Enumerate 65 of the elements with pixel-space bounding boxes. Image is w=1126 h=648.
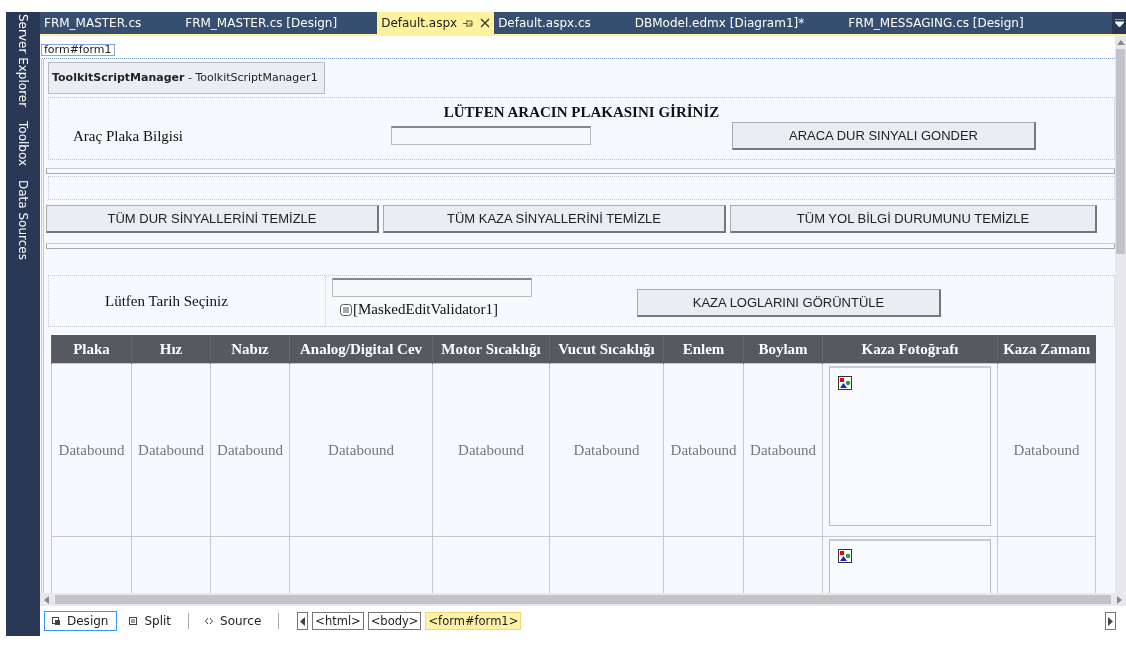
plate-input-field[interactable] [391, 125, 591, 145]
side-panel-tab[interactable]: Server Explorer [16, 14, 30, 108]
source-code-icon [205, 617, 214, 625]
column-header[interactable]: Enlem [663, 335, 744, 364]
date-input-field[interactable] [332, 278, 532, 297]
table-cell: Databound [663, 363, 744, 537]
broken-image-icon [838, 549, 852, 563]
table-cell: Databound [432, 363, 550, 537]
calendar-icon [340, 303, 352, 316]
split-view-icon [129, 617, 138, 625]
table-cell: Databound [210, 363, 290, 537]
scroll-up-icon [1116, 40, 1125, 45]
horizontal-scrollbar[interactable] [40, 593, 1126, 606]
plate-label: Araç Plaka Bilgisi [73, 127, 184, 145]
table-cell: Databound [997, 363, 1096, 537]
column-header[interactable]: Boylam [743, 335, 823, 364]
date-label: Lütfen Tarih Seçiniz [105, 292, 229, 310]
vertical-scrollbar[interactable] [1115, 36, 1126, 593]
clear-button[interactable]: TÜM KAZA SİNYALLERİNİ TEMİZLE [383, 205, 726, 233]
document-tab[interactable]: DBModel.edmx [Diagram1]* [630, 12, 845, 34]
column-header[interactable]: Vucut Sıcaklığı [549, 335, 664, 364]
pin-icon[interactable] [463, 18, 475, 28]
breadcrumb[interactable]: <form#form1> [425, 612, 522, 630]
breadcrumb-back-button[interactable] [297, 612, 309, 630]
view-mode-tab[interactable]: Split [121, 611, 181, 631]
column-header[interactable]: Plaka [51, 335, 132, 364]
document-tab[interactable]: FRM_MASTER.cs [Design] [181, 12, 378, 34]
send-stop-signal-button[interactable]: ARACA DUR SINYALI GONDER [732, 122, 1036, 150]
view-mode-tab[interactable]: Design [44, 611, 118, 631]
breadcrumb-forward-button[interactable] [1105, 612, 1116, 630]
broken-image-icon [838, 376, 852, 390]
scroll-left-icon [44, 595, 49, 604]
dropdown-icon[interactable] [1114, 19, 1124, 27]
document-tab[interactable]: FRM_MASTER.cs [40, 12, 182, 34]
document-tab[interactable]: Default.aspx.cs [494, 12, 631, 34]
view-mode-tab[interactable]: Source [197, 611, 271, 631]
page-heading: LÜTFEN ARACIN PLAKASINI GİRİNİZ [442, 104, 721, 121]
right-arrow-icon [1108, 616, 1113, 626]
column-header[interactable]: Hız [131, 335, 211, 364]
validator-label: [MaskedEditValidator1] [353, 301, 498, 318]
side-panel-tab[interactable]: Toolbox [16, 121, 30, 167]
column-header[interactable]: Nabız [210, 335, 290, 364]
column-header[interactable]: Motor Sıcaklığı [432, 335, 550, 364]
clear-button[interactable]: TÜM YOL BİLGİ DURUMUNU TEMİZLE [730, 205, 1097, 233]
column-header[interactable]: Kaza Zamanı [997, 335, 1096, 364]
document-tab[interactable]: FRM_MESSAGING.cs [Design] [844, 12, 1064, 34]
script-manager-control[interactable]: ToolkitScriptManager - ToolkitScriptManager1 [48, 62, 325, 94]
scroll-right-icon [1117, 595, 1122, 604]
element-tag[interactable]: form#form1 [41, 44, 115, 56]
table-cell: Databound [51, 363, 132, 537]
table-cell: Databound [743, 363, 823, 537]
table-cell: Databound [289, 363, 433, 537]
breadcrumb[interactable]: <body> [367, 612, 422, 630]
column-header[interactable]: Kaza Fotoğrafı [822, 335, 998, 364]
view-logs-button[interactable]: KAZA LOGLARINI GÖRÜNTÜLE [637, 289, 941, 317]
column-header[interactable]: Analog/Digital Cev [289, 335, 433, 364]
design-view-icon [52, 617, 60, 625]
close-icon[interactable] [480, 18, 491, 28]
table-cell: Databound [131, 363, 211, 537]
table-cell: Databound [549, 363, 664, 537]
side-panel-tab[interactable]: Data Sources [16, 180, 30, 261]
breadcrumb[interactable]: <html> [312, 612, 364, 630]
document-tab[interactable]: Default.aspx [377, 12, 495, 34]
clear-button[interactable]: TÜM DUR SİNYALLERİNİ TEMİZLE [46, 205, 379, 233]
left-arrow-icon [300, 616, 306, 626]
